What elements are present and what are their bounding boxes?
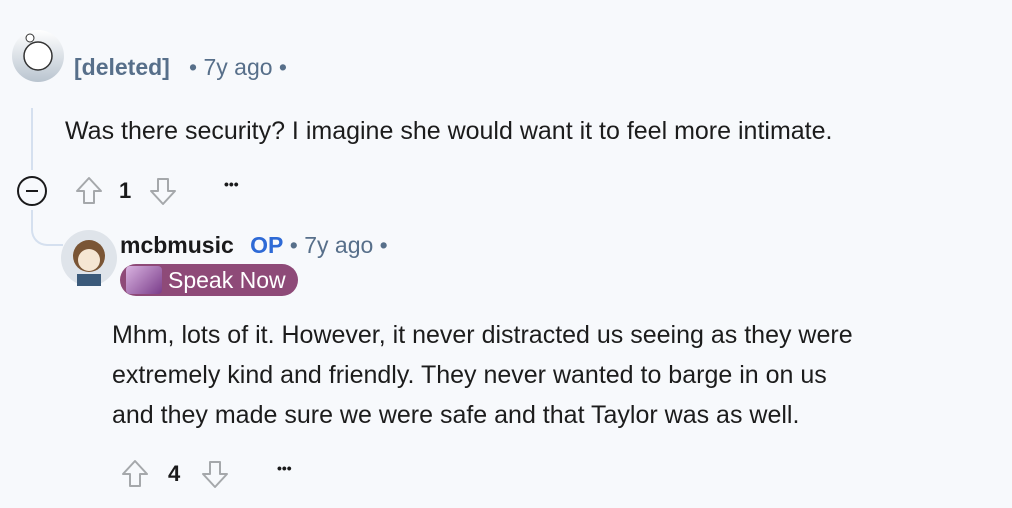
separator: •: [176, 54, 204, 80]
score: 1: [119, 178, 132, 203]
author-link[interactable]: mcbmusic: [120, 232, 234, 258]
score: 4: [168, 461, 181, 486]
comment-body: Mhm, lots of it. However, it never distr…: [112, 315, 853, 435]
author-link[interactable]: [deleted]: [74, 54, 170, 80]
body-line: Mhm, lots of it. However, it never distr…: [112, 321, 853, 349]
more-options-button[interactable]: •••: [224, 176, 239, 192]
body-line: and they made sure we were safe and that…: [112, 401, 800, 429]
avatar[interactable]: [61, 230, 117, 286]
snoo-icon: [73, 240, 105, 286]
downvote-icon[interactable]: [200, 458, 230, 490]
upvote-icon[interactable]: [74, 175, 104, 207]
thread-line-reply: [31, 210, 63, 246]
timestamp[interactable]: 7y ago: [304, 232, 373, 258]
timestamp[interactable]: 7y ago: [203, 54, 272, 80]
downvote-icon[interactable]: [148, 175, 178, 207]
upvote-icon[interactable]: [120, 458, 150, 490]
more-options-button[interactable]: •••: [277, 460, 292, 476]
collapse-icon[interactable]: [16, 175, 48, 207]
thread-line[interactable]: [31, 108, 33, 170]
op-badge: OP: [250, 232, 284, 258]
avatar[interactable]: [12, 30, 64, 82]
user-flair: Speak Now: [120, 264, 298, 296]
flair-text: Speak Now: [168, 267, 286, 293]
comment-body: Was there security? I imagine she would …: [65, 117, 833, 145]
body-line: extremely kind and friendly. They never …: [112, 361, 827, 389]
snoo-icon: [23, 33, 53, 71]
flair-image: [126, 266, 162, 294]
